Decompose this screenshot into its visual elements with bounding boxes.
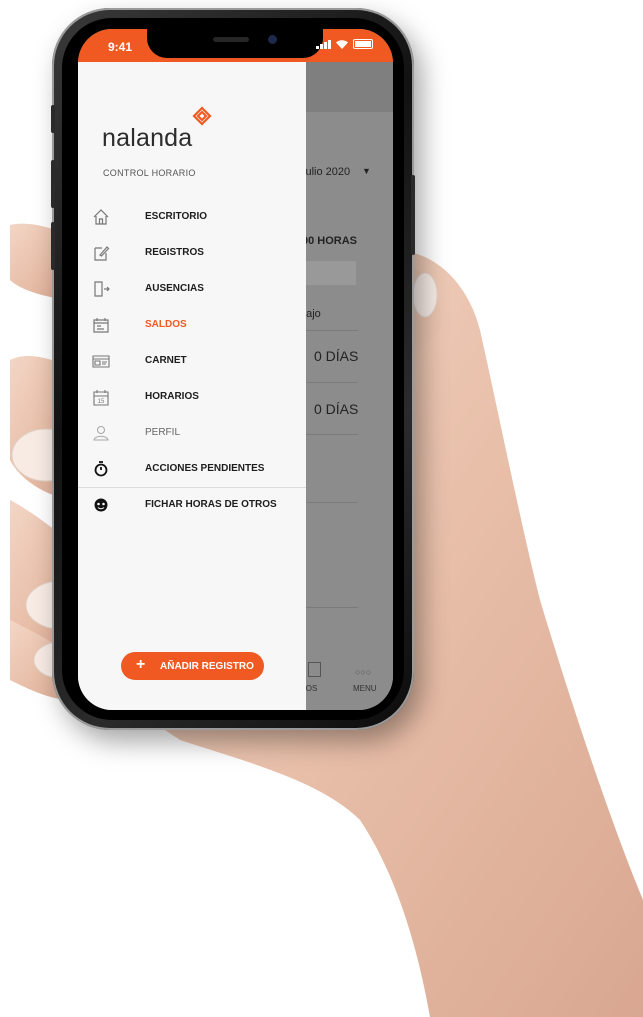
side-button-volume-up bbox=[51, 160, 55, 208]
mockup-scene: 9:41 Julio 2020 ▼ 00 HORAS bajo 0 DÍAS 0… bbox=[0, 0, 643, 1017]
menu-item-label: AUSENCIAS bbox=[145, 283, 204, 294]
notch bbox=[147, 29, 323, 58]
front-camera bbox=[268, 35, 277, 44]
logo-text: nalanda bbox=[102, 124, 193, 152]
menu-item-fichar-horas-de-otros[interactable]: FICHAR HORAS DE OTROS bbox=[78, 488, 306, 524]
speaker-grille bbox=[213, 37, 249, 42]
dots-icon: ○○○ bbox=[355, 667, 372, 677]
tab-icon bbox=[308, 662, 321, 677]
menu-divider bbox=[78, 487, 306, 488]
days-value-2: 0 DÍAS bbox=[314, 401, 359, 417]
navigation-drawer: nalanda CONTROL HORARIO ESCRITORIO REGIS… bbox=[78, 62, 306, 710]
menu-item-label: FICHAR HORAS DE OTROS bbox=[145, 499, 277, 510]
menu-item-label: SALDOS bbox=[145, 319, 187, 330]
edit-icon bbox=[94, 246, 110, 261]
wifi-icon bbox=[336, 40, 348, 49]
days-value-1: 0 DÍAS bbox=[314, 348, 359, 364]
menu-item-label: ACCIONES PENDIENTES bbox=[145, 463, 265, 474]
hours-total: 00 HORAS bbox=[302, 235, 358, 247]
menu-item-perfil[interactable]: PERFIL bbox=[78, 416, 306, 452]
battery-icon bbox=[353, 39, 373, 49]
divider bbox=[306, 434, 358, 435]
add-record-button[interactable]: + AÑADIR REGISTRO bbox=[121, 652, 264, 680]
stopwatch-icon bbox=[94, 461, 108, 477]
group-faces-icon bbox=[94, 498, 108, 512]
menu-item-acciones-pendientes[interactable]: ACCIONES PENDIENTES bbox=[78, 452, 306, 488]
chevron-down-icon: ▼ bbox=[362, 166, 371, 176]
menu-item-ausencias[interactable]: AUSENCIAS bbox=[78, 272, 306, 308]
month-selector: Julio 2020 bbox=[300, 166, 351, 178]
status-bar: 9:41 bbox=[78, 29, 393, 62]
menu-item-saldos[interactable]: SALDOS bbox=[78, 308, 306, 344]
phone-screen: 9:41 Julio 2020 ▼ 00 HORAS bajo 0 DÍAS 0… bbox=[78, 29, 393, 710]
id-card-icon bbox=[92, 355, 110, 368]
user-icon bbox=[93, 425, 109, 441]
menu-item-escritorio[interactable]: ESCRITORIO bbox=[78, 200, 306, 236]
calendar-15-icon: 15 bbox=[93, 390, 109, 406]
divider bbox=[306, 502, 358, 503]
menu-item-label: HORARIOS bbox=[145, 391, 199, 402]
app-subtitle: CONTROL HORARIO bbox=[103, 168, 196, 178]
add-record-label: AÑADIR REGISTRO bbox=[160, 661, 254, 672]
divider bbox=[306, 382, 358, 383]
menu-item-label: REGISTROS bbox=[145, 247, 204, 258]
menu-item-label: ESCRITORIO bbox=[145, 211, 208, 222]
status-icons bbox=[316, 39, 373, 49]
tab-menu[interactable]: MENU bbox=[353, 684, 377, 693]
hours-bar bbox=[306, 261, 356, 285]
status-time: 9:41 bbox=[108, 40, 133, 54]
signal-icon bbox=[316, 40, 331, 49]
side-button-volume-down bbox=[51, 222, 55, 270]
menu-item-carnet[interactable]: CARNET bbox=[78, 344, 306, 380]
exit-door-icon bbox=[94, 281, 110, 297]
nalanda-logo-icon bbox=[192, 106, 212, 126]
menu-item-registros[interactable]: REGISTROS bbox=[78, 236, 306, 272]
side-button-power bbox=[411, 175, 415, 255]
side-button-mute bbox=[51, 105, 55, 133]
divider bbox=[306, 330, 358, 331]
calendar-list-icon bbox=[93, 318, 109, 333]
plus-icon: + bbox=[136, 656, 146, 673]
menu-item-label: CARNET bbox=[145, 355, 187, 366]
house-icon bbox=[93, 209, 109, 225]
menu-item-horarios[interactable]: 15 HORARIOS bbox=[78, 380, 306, 416]
svg-text:15: 15 bbox=[98, 399, 105, 405]
divider bbox=[306, 607, 358, 608]
menu-item-label: PERFIL bbox=[145, 427, 181, 438]
